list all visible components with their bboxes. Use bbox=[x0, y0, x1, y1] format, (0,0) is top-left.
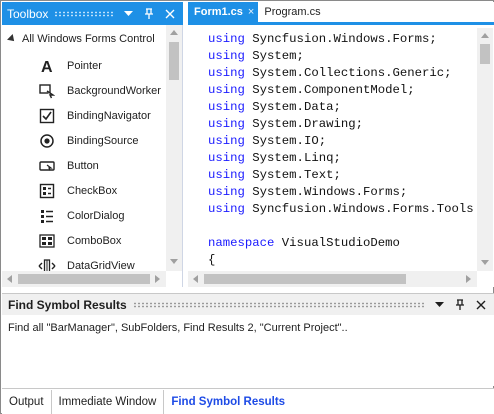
toolbox-item-label: ComboBox bbox=[67, 234, 122, 247]
toolbox-item-label: BackgroundWorker bbox=[67, 84, 161, 97]
checkbox-icon bbox=[38, 182, 56, 200]
code-line: using System.ComponentModel; bbox=[208, 83, 415, 97]
category-label: All Windows Forms Control bbox=[22, 33, 155, 45]
pin-icon[interactable] bbox=[141, 6, 157, 22]
color-dialog-icon bbox=[38, 207, 56, 225]
code-line: using System.Text; bbox=[208, 168, 341, 182]
scroll-down-arrow-icon[interactable] bbox=[481, 260, 489, 265]
toolbox-item-label: BindingSource bbox=[67, 134, 139, 147]
toolbox-item-label: BindingNavigator bbox=[67, 109, 151, 122]
scrollbar-thumb[interactable] bbox=[480, 44, 490, 64]
toolbox-item-label: CheckBox bbox=[67, 184, 118, 197]
collapse-triangle-icon[interactable] bbox=[7, 34, 17, 44]
svg-text:A: A bbox=[41, 59, 53, 74]
toolbox-item-label: Button bbox=[67, 159, 99, 172]
toolbox-item-checkbox[interactable]: CheckBox bbox=[2, 178, 166, 203]
scrollbar-thumb[interactable] bbox=[204, 274, 406, 284]
code-line: { bbox=[208, 253, 216, 267]
editor-vertical-scrollbar[interactable] bbox=[477, 28, 493, 271]
binding-source-icon bbox=[38, 132, 56, 150]
bottom-tab-strip: Output Immediate Window Find Symbol Resu… bbox=[2, 388, 494, 414]
results-text: Find all "BarManager", SubFolders, Find … bbox=[8, 322, 348, 334]
results-header: Find Symbol Results bbox=[2, 294, 494, 315]
toolbox-items: A Pointer BackgroundWorker BindingNaviga… bbox=[2, 53, 166, 278]
toolbox-header: Toolbox bbox=[2, 2, 183, 25]
code-line: using Syncfusion.Windows.Forms; bbox=[208, 32, 437, 46]
toolbox-item-bindingnavigator[interactable]: BindingNavigator bbox=[2, 103, 166, 128]
code-line: using System.Windows.Forms; bbox=[208, 185, 408, 199]
find-symbol-results-panel: Find Symbol Results Find all "BarManager… bbox=[2, 293, 494, 386]
toolbox-drag-grip[interactable] bbox=[54, 10, 114, 17]
scroll-up-arrow-icon[interactable] bbox=[481, 33, 489, 38]
tab-close-icon[interactable]: × bbox=[248, 6, 254, 18]
toolbox-item-bindingsource[interactable]: BindingSource bbox=[2, 128, 166, 153]
toolbox-item-pointer[interactable]: A Pointer bbox=[2, 53, 166, 78]
scroll-right-arrow-icon[interactable] bbox=[155, 275, 160, 283]
tab-immediate-window[interactable]: Immediate Window bbox=[52, 389, 165, 414]
toolbox-horizontal-scrollbar[interactable] bbox=[2, 271, 166, 287]
scrollbar-thumb[interactable] bbox=[169, 42, 179, 80]
editor-tab-strip: Form1.cs × Program.cs bbox=[188, 2, 494, 25]
tab-output[interactable]: Output bbox=[2, 389, 52, 414]
pointer-icon: A bbox=[38, 57, 56, 75]
scroll-up-arrow-icon[interactable] bbox=[170, 30, 178, 35]
toolbox-item-backgroundworker[interactable]: BackgroundWorker bbox=[2, 78, 166, 103]
toolbox-panel: Toolbox All Windows Forms Control A Poin… bbox=[2, 2, 183, 287]
code-line: using System.IO; bbox=[208, 134, 327, 148]
tab-program-cs[interactable]: Program.cs bbox=[258, 2, 326, 22]
toolbox-item-label: Pointer bbox=[67, 59, 102, 72]
toolbox-item-label: ColorDialog bbox=[67, 209, 125, 222]
tab-form1-cs[interactable]: Form1.cs × bbox=[188, 2, 259, 22]
results-title: Find Symbol Results bbox=[8, 297, 127, 312]
code-line: using System.Linq; bbox=[208, 151, 341, 165]
combobox-icon bbox=[38, 232, 56, 250]
tab-find-symbol-results[interactable]: Find Symbol Results bbox=[164, 390, 292, 414]
code-line: using System; bbox=[208, 49, 304, 63]
scroll-down-arrow-icon[interactable] bbox=[170, 259, 178, 264]
code-line: using System.Data; bbox=[208, 100, 341, 114]
dropdown-icon[interactable] bbox=[120, 6, 136, 22]
toolbox-category[interactable]: All Windows Forms Control bbox=[2, 29, 166, 49]
editor-horizontal-scrollbar[interactable] bbox=[188, 271, 477, 287]
binding-navigator-icon bbox=[38, 107, 56, 125]
button-icon bbox=[38, 157, 56, 175]
code-line: using System.Collections.Generic; bbox=[208, 66, 452, 80]
scrollbar-thumb[interactable] bbox=[18, 274, 150, 284]
code-line: using Syncfusion.Windows.Forms.Tools; bbox=[208, 202, 473, 216]
dropdown-icon[interactable] bbox=[431, 297, 447, 313]
tab-label: Form1.cs bbox=[194, 6, 243, 18]
scroll-right-arrow-icon[interactable] bbox=[466, 275, 471, 283]
toolbox-item-label: DataGridView bbox=[67, 259, 135, 272]
close-icon[interactable] bbox=[162, 6, 178, 22]
code-text-area[interactable]: using Syncfusion.Windows.Forms; using Sy… bbox=[208, 31, 473, 271]
code-line: namespace VisualStudioDemo bbox=[208, 236, 400, 250]
code-editor: Form1.cs × Program.cs using Syncfusion.W… bbox=[188, 2, 494, 287]
toolbox-vertical-scrollbar[interactable] bbox=[166, 25, 182, 271]
background-worker-icon bbox=[38, 82, 56, 100]
toolbox-item-colordialog[interactable]: ColorDialog bbox=[2, 203, 166, 228]
results-drag-grip[interactable] bbox=[132, 301, 425, 308]
toolbox-item-button[interactable]: Button bbox=[2, 153, 166, 178]
toolbox-item-combobox[interactable]: ComboBox bbox=[2, 228, 166, 253]
tab-label: Program.cs bbox=[264, 6, 321, 18]
code-line: using System.Drawing; bbox=[208, 117, 363, 131]
close-icon[interactable] bbox=[473, 297, 489, 313]
toolbox-body: All Windows Forms Control A Pointer Back… bbox=[2, 25, 183, 287]
scroll-left-arrow-icon[interactable] bbox=[193, 275, 198, 283]
ide-window: Toolbox All Windows Forms Control A Poin… bbox=[0, 0, 494, 414]
scroll-left-arrow-icon[interactable] bbox=[7, 275, 12, 283]
toolbox-title: Toolbox bbox=[7, 6, 49, 21]
pin-icon[interactable] bbox=[452, 297, 468, 313]
